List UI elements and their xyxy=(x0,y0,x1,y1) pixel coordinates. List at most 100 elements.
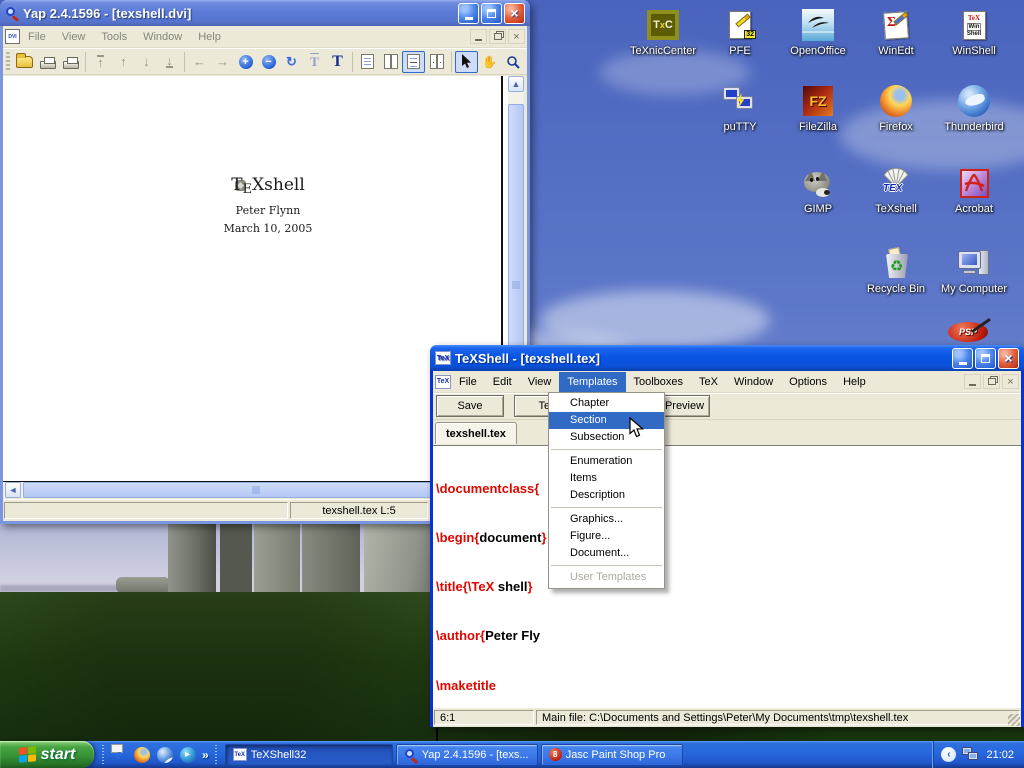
tab-texshell-tex[interactable]: texshell.tex xyxy=(435,422,517,444)
menu-item-user-templates[interactable]: User Templates xyxy=(549,569,664,586)
save-button[interactable]: Save xyxy=(436,395,504,417)
media-player-icon[interactable]: ▸ xyxy=(179,746,196,763)
start-button[interactable]: start xyxy=(0,741,94,768)
menu-item-figure[interactable]: Figure... xyxy=(549,528,664,545)
first-page-icon[interactable]: ↑ xyxy=(89,51,112,73)
maximize-button[interactable] xyxy=(975,348,996,369)
desktop-icon-putty[interactable]: puTTY xyxy=(701,84,779,133)
magnify-tool-icon[interactable] xyxy=(501,51,524,73)
refresh-icon[interactable]: ↻ xyxy=(280,51,303,73)
forward-icon[interactable]: → xyxy=(211,51,234,73)
menu-templates[interactable]: Templates xyxy=(559,372,625,392)
child-close-button[interactable]: × xyxy=(1002,374,1019,389)
editor[interactable]: \documentclass{ \begin{document} \title{… xyxy=(433,445,1021,707)
menu-item-document[interactable]: Document... xyxy=(549,545,664,562)
my-computer-icon xyxy=(957,246,991,280)
minimize-button[interactable] xyxy=(458,3,479,24)
scroll-left-button[interactable]: ◄ xyxy=(5,482,21,498)
tray-chevron-button[interactable]: ‹ xyxy=(941,747,956,762)
menu-item-description[interactable]: Description xyxy=(549,487,664,504)
print-setup-icon[interactable] xyxy=(59,51,82,73)
facing-pages-view-icon[interactable] xyxy=(379,51,402,73)
menu-item-graphics[interactable]: Graphics... xyxy=(549,511,664,528)
menu-tools[interactable]: Tools xyxy=(93,27,135,47)
yap-app-icon xyxy=(5,6,19,20)
maximize-button[interactable] xyxy=(481,3,502,24)
menu-options[interactable]: Options xyxy=(781,372,835,392)
desktop-icon-gimp[interactable]: GIMP xyxy=(779,166,857,215)
horizontal-scroll-thumb[interactable] xyxy=(23,482,489,498)
thunderbird-icon[interactable] xyxy=(156,746,173,763)
next-page-icon[interactable]: ↓ xyxy=(135,51,158,73)
desktop-icon-my-computer[interactable]: My Computer xyxy=(935,246,1013,295)
child-restore-button[interactable] xyxy=(489,29,506,44)
menu-item-enumeration[interactable]: Enumeration xyxy=(549,453,664,470)
close-button[interactable]: × xyxy=(998,348,1019,369)
yap-titlebar[interactable]: Yap 2.4.1596 - [texshell.dvi] × xyxy=(0,0,530,26)
internet-explorer-icon[interactable]: e xyxy=(110,746,127,763)
menu-item-section[interactable]: Section xyxy=(549,412,664,429)
minimize-button[interactable] xyxy=(952,348,973,369)
menu-tex[interactable]: TeX xyxy=(691,372,726,392)
dvi-author: Peter Flynn xyxy=(183,204,353,217)
print-icon[interactable] xyxy=(36,51,59,73)
continuous-facing-view-icon[interactable] xyxy=(425,51,448,73)
desktop-icon-thunderbird[interactable]: Thunderbird xyxy=(935,84,1013,133)
menu-file[interactable]: File xyxy=(20,27,54,47)
desktop-icon-recycle-bin[interactable]: ♻ Recycle Bin xyxy=(857,246,935,295)
prev-page-icon[interactable]: ↑ xyxy=(112,51,135,73)
child-close-button[interactable]: × xyxy=(508,29,525,44)
zoom-in-icon[interactable]: + xyxy=(234,51,257,73)
child-minimize-button[interactable] xyxy=(470,29,487,44)
toolbar-grip[interactable] xyxy=(6,52,10,72)
icon-label: puTTY xyxy=(723,121,756,133)
menu-toolboxes[interactable]: Toolboxes xyxy=(626,372,692,392)
texshell-titlebar[interactable]: TeX TeXShell - [texshell.tex] × xyxy=(430,345,1024,371)
taskbar-button-paint-shop-pro[interactable]: 8 Jasc Paint Shop Pro xyxy=(541,744,683,766)
quick-launch-overflow-chevron[interactable]: » xyxy=(202,748,209,762)
menu-window[interactable]: Window xyxy=(726,372,781,392)
desktop-icon-firefox[interactable]: Firefox xyxy=(857,84,935,133)
close-button[interactable]: × xyxy=(504,3,525,24)
firefox-icon[interactable] xyxy=(133,746,150,763)
hand-tool-icon[interactable]: ✋ xyxy=(478,51,501,73)
continuous-view-icon[interactable] xyxy=(402,51,425,73)
menu-edit[interactable]: Edit xyxy=(485,372,520,392)
menu-view[interactable]: View xyxy=(54,27,94,47)
preview-button[interactable]: Preview xyxy=(659,395,710,417)
resize-grip[interactable] xyxy=(1008,714,1020,726)
menu-window[interactable]: Window xyxy=(135,27,190,47)
desktop-icon-winedt[interactable]: Σ WinEdt xyxy=(857,8,935,57)
child-restore-button[interactable] xyxy=(983,374,1000,389)
last-page-icon[interactable]: ↓ xyxy=(158,51,181,73)
back-icon[interactable]: ← xyxy=(188,51,211,73)
desktop-icon-texshell[interactable]: TEX TeXshell xyxy=(857,166,935,215)
desktop-icon-texniccenter[interactable]: TxC TeXnicCenter xyxy=(624,8,702,57)
menu-file[interactable]: File xyxy=(451,372,485,392)
taskbar-button-texshell32[interactable]: TeX TeXShell32 xyxy=(225,744,393,766)
menu-help[interactable]: Help xyxy=(190,27,229,47)
desktop: { "colors": { "title_active_top": "#4a8e… xyxy=(0,0,1024,768)
desktop-icon-pfe[interactable]: 32 PFE xyxy=(701,8,779,57)
taskbar-button-yap[interactable]: Yap 2.4.1596 - [texs... xyxy=(396,744,538,766)
open-icon[interactable] xyxy=(13,51,36,73)
desktop-icon-filezilla[interactable]: FZ FileZilla xyxy=(779,84,857,133)
network-tray-icon[interactable] xyxy=(962,747,980,762)
single-page-view-icon[interactable] xyxy=(356,51,379,73)
stonehenge-stone xyxy=(254,516,300,602)
menu-item-chapter[interactable]: Chapter xyxy=(549,395,664,412)
select-tool-icon[interactable] xyxy=(455,51,478,73)
scroll-up-button[interactable]: ▲ xyxy=(508,76,524,92)
menu-item-subsection[interactable]: Subsection xyxy=(549,429,664,446)
menu-view[interactable]: View xyxy=(520,372,560,392)
menu-help[interactable]: Help xyxy=(835,372,874,392)
desktop-icon-acrobat[interactable]: Acrobat xyxy=(935,166,1013,215)
ruler-tool-icon[interactable]: T xyxy=(303,51,326,73)
desktop-icon-openoffice[interactable]: OpenOffice xyxy=(779,8,857,57)
menu-item-items[interactable]: Items xyxy=(549,470,664,487)
desktop-icon-winshell[interactable]: TeX Win Shell WinShell xyxy=(935,8,1013,57)
zoom-out-icon[interactable]: − xyxy=(257,51,280,73)
clock[interactable]: 21:02 xyxy=(986,749,1014,761)
text-render-icon[interactable]: T xyxy=(326,51,349,73)
child-minimize-button[interactable] xyxy=(964,374,981,389)
